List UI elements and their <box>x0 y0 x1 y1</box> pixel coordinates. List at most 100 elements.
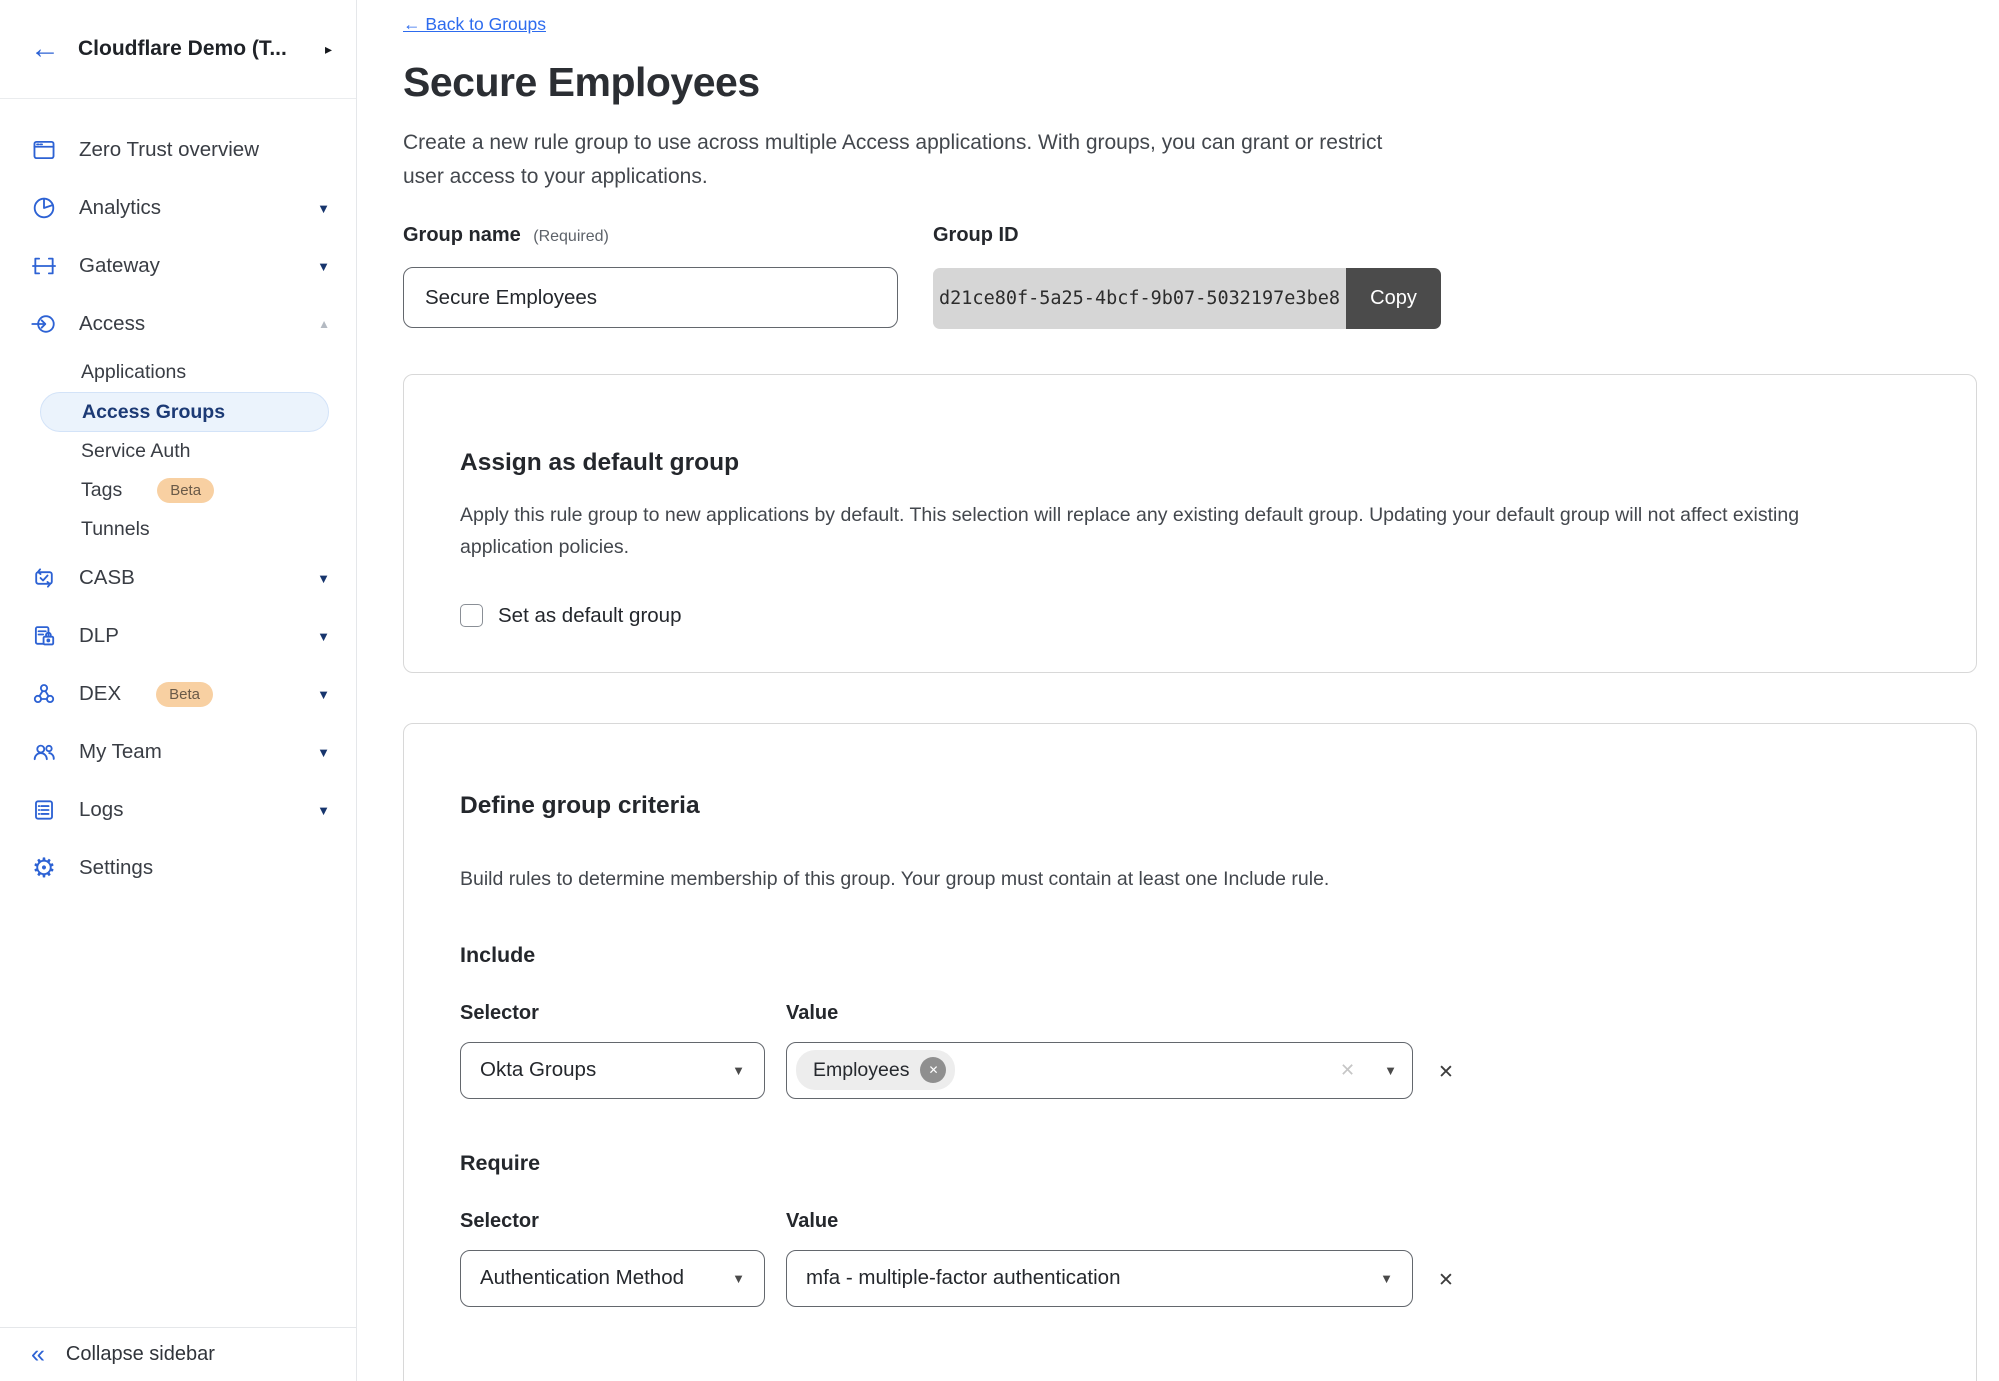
sidebar-item-label: Logs <box>79 798 123 822</box>
set-default-group-checkbox[interactable] <box>460 604 483 627</box>
define-group-criteria-description: Build rules to determine membership of t… <box>460 868 1920 891</box>
assign-default-group-title: Assign as default group <box>460 449 1920 477</box>
remove-require-rule-button[interactable]: ✕ <box>1438 1271 1454 1290</box>
copy-button[interactable]: Copy <box>1346 268 1441 329</box>
chevron-down-icon: ▼ <box>317 629 330 644</box>
sidebar-item-applications[interactable]: Applications <box>0 353 356 392</box>
chevron-down-icon: ▼ <box>732 1063 745 1078</box>
sidebar-item-zero-trust-overview[interactable]: Zero Trust overview <box>0 121 356 179</box>
assign-default-group-card: Assign as default group Apply this rule … <box>403 374 1977 673</box>
sidebar-item-access-groups[interactable]: Access Groups <box>40 392 329 432</box>
set-default-group-row[interactable]: Set as default group <box>460 604 1920 628</box>
sidebar-item-dex[interactable]: DEX Beta ▼ <box>0 665 356 723</box>
sidebar-item-label: Settings <box>79 856 153 880</box>
value-tag-label: Employees <box>813 1059 909 1082</box>
main-content: ← Back to Groups Secure Employees Create… <box>357 0 1999 1381</box>
chevron-down-icon: ▼ <box>1380 1271 1393 1286</box>
back-arrow-icon[interactable]: ← <box>30 34 60 64</box>
required-note: (Required) <box>533 228 609 245</box>
define-group-criteria-title: Define group criteria <box>460 792 1920 820</box>
chevron-down-icon: ▼ <box>317 201 330 216</box>
collapse-sidebar-button[interactable]: « Collapse sidebar <box>0 1327 356 1381</box>
include-selector-value: Okta Groups <box>480 1058 596 1082</box>
zero-trust-overview-icon <box>30 137 58 163</box>
define-group-criteria-card: Define group criteria Build rules to det… <box>403 723 1977 1381</box>
include-selector-label: Selector <box>460 1002 765 1025</box>
sidebar-item-tags[interactable]: Tags Beta <box>0 471 356 510</box>
include-heading: Include <box>460 943 1920 968</box>
sidebar-item-dlp[interactable]: DLP ▼ <box>0 607 356 665</box>
gateway-icon <box>30 253 58 279</box>
remove-tag-icon[interactable]: ✕ <box>920 1057 946 1083</box>
sidebar-item-label: Zero Trust overview <box>79 138 259 162</box>
sidebar-header: ← Cloudflare Demo (T... ▸ <box>0 0 356 99</box>
assign-default-group-description: Apply this rule group to new application… <box>460 499 1882 564</box>
group-name-input[interactable] <box>403 267 898 328</box>
chevrons-left-icon: « <box>31 1340 45 1369</box>
dex-icon <box>30 681 58 707</box>
chevron-up-icon: ▲ <box>318 317 330 331</box>
sidebar: ← Cloudflare Demo (T... ▸ Zero Trust ove… <box>0 0 357 1381</box>
group-name-label: Group name <box>403 224 521 246</box>
sidebar-item-label: CASB <box>79 566 135 590</box>
chevron-down-icon: ▼ <box>1384 1063 1397 1078</box>
chevron-down-icon: ▼ <box>317 687 330 702</box>
require-value-dropdown[interactable]: mfa - multiple-factor authentication ▼ <box>786 1250 1413 1307</box>
sidebar-item-access[interactable]: Access▲ <box>0 295 356 353</box>
collapse-sidebar-label: Collapse sidebar <box>66 1343 215 1366</box>
include-value-multiselect[interactable]: Employees ✕ ✕ ▼ <box>786 1042 1413 1099</box>
sidebar-item-label: Tunnels <box>81 518 150 541</box>
chevron-down-icon: ▼ <box>732 1271 745 1286</box>
sidebar-item-label: My Team <box>79 740 162 764</box>
sidebar-item-label: Tags <box>81 479 122 502</box>
sidebar-item-label: Service Auth <box>81 440 190 463</box>
back-to-groups-link[interactable]: ← Back to Groups <box>403 14 546 35</box>
chevron-down-icon: ▼ <box>317 259 330 274</box>
group-id-label: Group ID <box>933 224 1441 247</box>
sidebar-item-label: DLP <box>79 624 119 648</box>
require-selector-dropdown[interactable]: Authentication Method ▼ <box>460 1250 765 1307</box>
sidebar-item-gateway[interactable]: Gateway▼ <box>0 237 356 295</box>
sidebar-item-analytics[interactable]: Analytics ▼ <box>0 179 356 237</box>
casb-icon <box>30 565 58 591</box>
sidebar-item-my-team[interactable]: My Team▼ <box>0 723 356 781</box>
beta-badge: Beta <box>156 682 213 707</box>
set-default-group-label: Set as default group <box>498 604 682 628</box>
sidebar-item-label: Analytics <box>79 196 161 220</box>
chevron-right-icon[interactable]: ▸ <box>325 41 332 58</box>
beta-badge: Beta <box>157 478 214 503</box>
require-selector-label: Selector <box>460 1210 765 1233</box>
page-description: Create a new rule group to use across mu… <box>403 126 1383 194</box>
sidebar-nav: Zero Trust overviewAnalytics▼Gateway▼Acc… <box>0 99 356 897</box>
sidebar-item-casb[interactable]: CASB ▼ <box>0 549 356 607</box>
account-name: Cloudflare Demo (T... <box>78 37 307 61</box>
require-rule-row: Selector Authentication Method ▼ Value m… <box>460 1210 1920 1307</box>
chevron-down-icon: ▼ <box>317 803 330 818</box>
sidebar-item-label: DEX <box>79 682 121 706</box>
settings-icon: ⚙ <box>30 855 58 882</box>
sidebar-item-label: Access Groups <box>82 401 225 424</box>
clear-values-icon[interactable]: ✕ <box>1340 1060 1355 1081</box>
chevron-down-icon: ▼ <box>317 571 330 586</box>
require-selector-value: Authentication Method <box>480 1266 684 1290</box>
logs-icon <box>30 797 58 823</box>
sidebar-item-label: Applications <box>81 361 186 384</box>
value-tag: Employees ✕ <box>796 1050 955 1090</box>
include-value-label: Value <box>786 1002 1413 1025</box>
group-id-field: Group ID d21ce80f-5a25-4bcf-9b07-5032197… <box>933 224 1441 329</box>
sidebar-item-settings[interactable]: ⚙ Settings <box>0 839 356 897</box>
remove-include-rule-button[interactable]: ✕ <box>1438 1063 1454 1082</box>
require-heading: Require <box>460 1151 1920 1176</box>
group-name-field: Group name (Required) <box>403 224 933 329</box>
sidebar-item-tunnels[interactable]: Tunnels <box>0 510 356 549</box>
dlp-icon <box>30 623 58 649</box>
my-team-icon <box>30 739 58 765</box>
sidebar-item-logs[interactable]: Logs ▼ <box>0 781 356 839</box>
access-icon <box>30 311 58 337</box>
sidebar-item-service-auth[interactable]: Service Auth <box>0 432 356 471</box>
include-selector-dropdown[interactable]: Okta Groups ▼ <box>460 1042 765 1099</box>
group-id-value: d21ce80f-5a25-4bcf-9b07-5032197e3be8 <box>933 268 1346 329</box>
include-rule-row: Selector Okta Groups ▼ Value Employees ✕… <box>460 1002 1920 1099</box>
analytics-icon <box>30 195 58 221</box>
require-value-text: mfa - multiple-factor authentication <box>806 1266 1120 1290</box>
